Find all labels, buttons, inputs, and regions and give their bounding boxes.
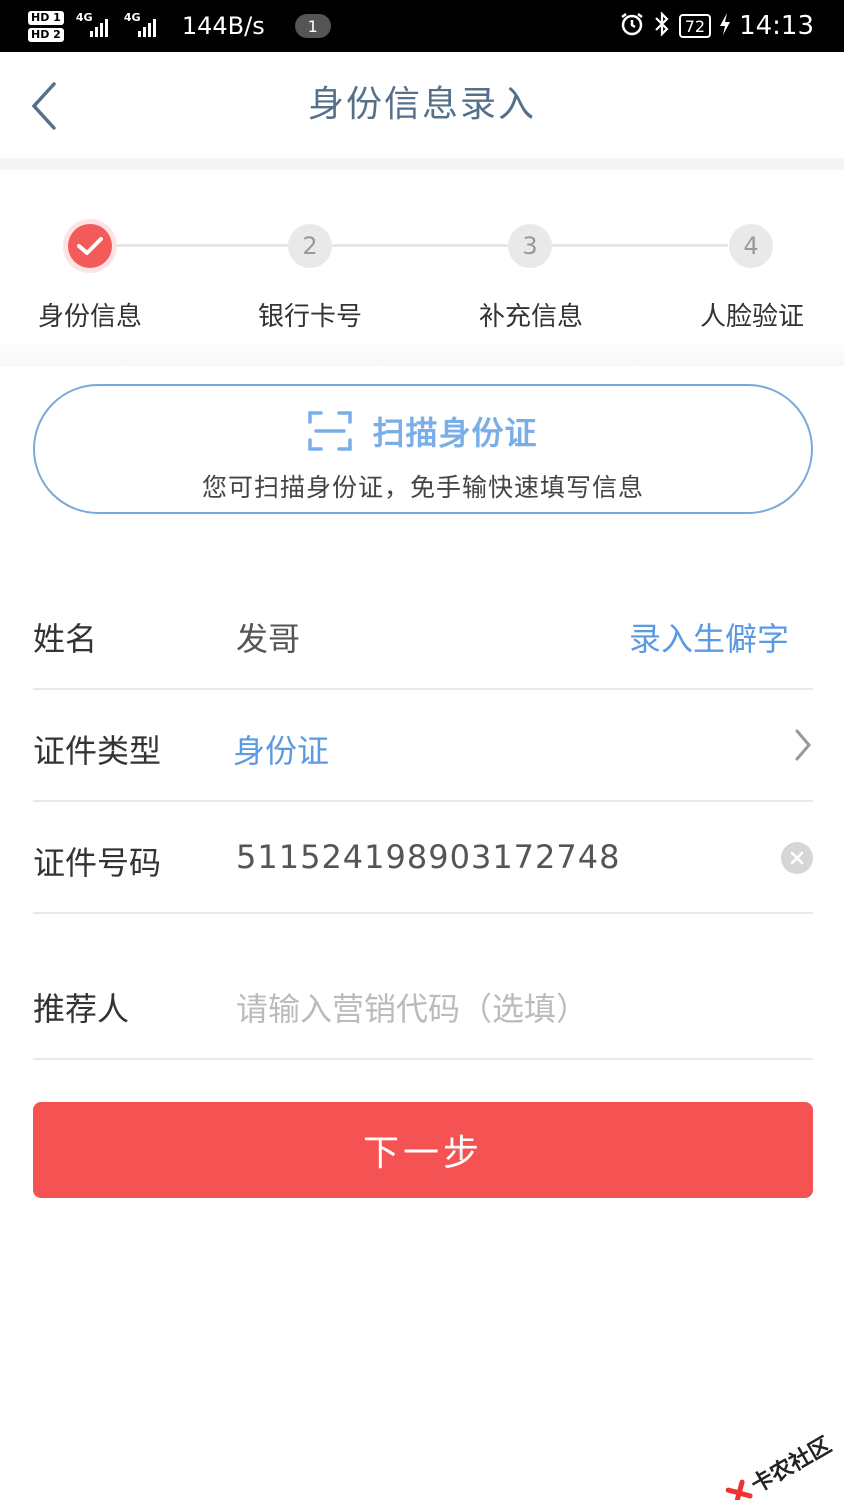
step-3-label: 补充信息 (478, 302, 583, 332)
id-number-input[interactable]: 511524198903172748 (236, 838, 620, 876)
scan-title: 扫描身份证 (372, 414, 538, 452)
signal-icon: 4G (76, 11, 112, 41)
scan-id-card-button[interactable]: 扫描身份证 您可扫描身份证，免手输快速填写信息 (33, 384, 813, 514)
hd2-indicator: HD 2 (28, 27, 64, 42)
step-3-circle: 3 (508, 224, 552, 268)
name-label: 姓名 (33, 620, 98, 658)
scan-subtitle: 您可扫描身份证，免手输快速填写信息 (201, 473, 644, 502)
progress-stepper: 2 3 4 身份信息 银行卡号 补充信息 人脸验证 (0, 170, 844, 366)
hd-indicators: HD 1 HD 2 (28, 10, 64, 42)
step-1-circle (68, 224, 112, 268)
battery-indicator: 72 (678, 14, 712, 38)
next-step-button[interactable]: 下一步 (33, 1102, 813, 1198)
referrer-row: 推荐人 请输入营销代码（选填） (33, 914, 813, 1060)
step-connector (112, 244, 288, 247)
clear-input-button[interactable] (781, 842, 813, 874)
charging-icon (719, 12, 731, 40)
id-type-value[interactable]: 身份证 (233, 726, 329, 772)
notification-badge: 1 (294, 14, 331, 38)
step-4-label: 人脸验证 (699, 302, 804, 332)
id-number-row: 证件号码 511524198903172748 (33, 802, 813, 914)
chevron-right-icon[interactable] (793, 728, 813, 766)
step-2-label: 银行卡号 (257, 302, 362, 332)
id-type-label: 证件类型 (33, 732, 162, 770)
referrer-input[interactable]: 请输入营销代码（选填） (236, 984, 588, 1030)
bluetooth-icon (653, 10, 671, 42)
step-connector (552, 244, 728, 247)
page-title: 身份信息录入 (307, 84, 536, 125)
scan-icon (308, 411, 353, 451)
step-4-circle: 4 (729, 224, 773, 268)
watermark-text: 卡农社区 (747, 1432, 836, 1499)
nav-bar: 身份信息录入 (0, 52, 844, 158)
hd1-indicator: HD 1 (28, 10, 64, 25)
id-number-label: 证件号码 (33, 844, 162, 882)
rare-character-button[interactable]: 录入生僻字 (629, 614, 789, 660)
name-row: 姓名 发哥 录入生僻字 (33, 580, 813, 690)
section-divider (0, 158, 844, 170)
step-2-circle: 2 (288, 224, 332, 268)
status-bar: HD 1 HD 2 4G 4G 144B/s 1 72 14:13 (0, 0, 844, 52)
check-icon (77, 237, 103, 255)
alarm-icon (619, 11, 645, 41)
signal-icon-2: 4G (124, 11, 160, 41)
referrer-label: 推荐人 (33, 990, 130, 1028)
watermark: 卡农社区 (722, 1428, 837, 1500)
close-icon (790, 851, 804, 865)
step-1-label: 身份信息 (37, 302, 142, 332)
clock: 14:13 (739, 11, 814, 41)
network-speed: 144B/s (181, 12, 265, 40)
name-input[interactable]: 发哥 (236, 614, 300, 660)
section-divider (0, 340, 844, 366)
step-connector (332, 244, 508, 247)
id-type-row[interactable]: 证件类型 身份证 (33, 690, 813, 802)
